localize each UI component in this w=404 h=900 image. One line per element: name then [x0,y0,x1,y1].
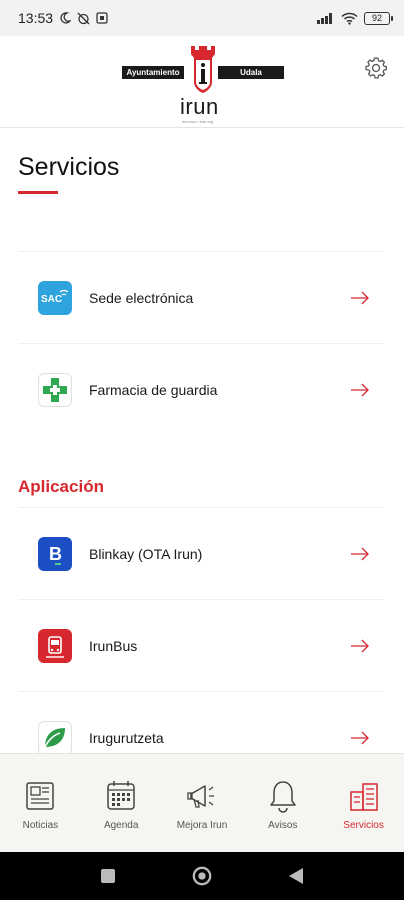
page-title: Servicios [18,153,120,181]
logo-subtext: irun.eus / irun.org [182,119,214,124]
nav-label: Servicios [343,820,384,831]
wifi-icon [341,12,358,25]
service-row-farmacia[interactable]: Farmacia de guardia [18,343,384,435]
moon-icon [59,12,72,24]
sede-electronica-icon: SAC [38,280,72,315]
alarm-off-icon [77,12,90,25]
nav-item-mejora-irun[interactable]: Mejora Irun [162,754,243,852]
nav-label: Avisos [268,820,298,831]
battery-level: 92 [371,13,382,23]
calendar-icon [107,781,135,810]
arrow-right-icon [351,731,369,744]
app-label: IrunBus [89,637,138,654]
status-time: 13:53 [18,10,54,26]
nav-label: Mejora Irun [176,820,228,831]
newspaper-icon [26,782,55,810]
home-circle-icon[interactable] [192,866,212,886]
logo-name: irun [180,94,219,119]
irunbus-icon [38,628,72,663]
nav-label: Agenda [103,820,139,831]
title-underline [18,191,58,194]
arrow-right-icon [351,547,369,560]
app-row-irunbus[interactable]: IrunBus [18,599,384,691]
section-title-aplicacion: Aplicación [18,477,104,496]
service-label: Sede electrónica [89,289,194,306]
battery-icon: 92 [364,11,393,25]
nav-item-avisos[interactable]: Avisos [242,754,323,852]
blinkay-icon: B [38,536,72,571]
app-header: Ayuntamiento Udala irun irun.eus / irun.… [0,36,404,128]
irun-logo: Ayuntamiento Udala irun irun.eus / irun.… [122,44,284,124]
app-row-blinkay[interactable]: B Blinkay (OTA Irun) [18,507,384,599]
nav-item-agenda[interactable]: Agenda [81,754,162,852]
irugurutzeta-icon [38,720,72,755]
settings-gear-icon[interactable] [364,56,388,80]
bottom-nav: Noticias Agenda Mejora Irun Avisos Servi… [0,753,404,852]
app-label: Irugurutzeta [89,729,164,746]
castle-emblem-icon [191,46,215,93]
bell-icon [270,781,296,813]
recents-square-icon[interactable] [98,866,118,886]
nav-label: Noticias [22,820,59,831]
nav-item-servicios[interactable]: Servicios [323,754,404,852]
buildings-icon [349,783,378,811]
logo-left-text: Ayuntamiento [122,66,184,79]
arrow-right-icon [351,383,369,396]
nav-item-noticias[interactable]: Noticias [0,754,81,852]
app-label: Blinkay (OTA Irun) [89,545,203,562]
megaphone-icon [187,785,214,808]
pharmacy-cross-icon [38,372,72,407]
service-label: Farmacia de guardia [89,381,218,398]
back-triangle-icon[interactable] [286,866,306,886]
notification-box-icon [96,12,108,24]
arrow-right-icon [351,291,369,304]
signal-icon [317,12,335,24]
logo-right-text: Udala [218,66,284,79]
svg-text:B: B [49,544,62,564]
service-row-sede-electronica[interactable]: SAC Sede electrónica [18,251,384,343]
arrow-right-icon [351,639,369,652]
svg-text:SAC: SAC [41,294,62,305]
system-nav-bar [0,852,404,900]
status-bar: 13:53 92 [0,0,404,36]
